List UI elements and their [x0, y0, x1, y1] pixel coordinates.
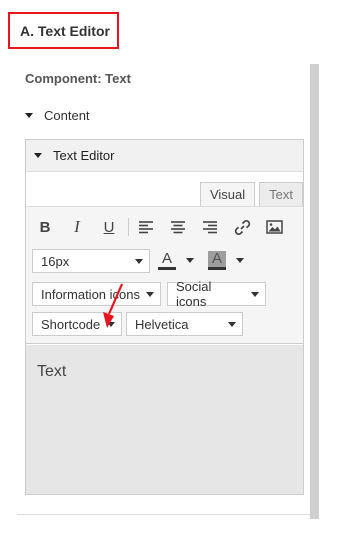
- chevron-down-icon: [135, 258, 143, 264]
- image-button[interactable]: [261, 215, 287, 239]
- bold-icon: B: [39, 218, 51, 236]
- link-icon: [234, 219, 250, 235]
- social-icons-select[interactable]: Social icons: [167, 279, 266, 309]
- tab-visual[interactable]: Visual: [199, 182, 256, 206]
- italic-icon: I: [74, 217, 80, 236]
- chevron-down-icon: [251, 291, 259, 297]
- social-icons-label: Social icons: [176, 279, 212, 309]
- align-left-icon: [139, 221, 153, 234]
- editor-tabs: Visual Text: [196, 182, 303, 206]
- tab-visual-label: Visual: [209, 187, 246, 202]
- editor-toolbar: B I U 16px A A Information icons Social …: [26, 206, 303, 344]
- text-color-button[interactable]: A: [158, 251, 194, 270]
- chevron-down-icon: [228, 321, 236, 327]
- align-right-button[interactable]: [197, 215, 223, 239]
- content-group-label: Content: [44, 108, 90, 123]
- editor-content-text: Text: [37, 363, 67, 380]
- text-color-icon: A: [158, 251, 176, 270]
- panel-divider: [17, 514, 310, 515]
- bold-button[interactable]: B: [32, 215, 58, 239]
- component-title: Component: Text: [25, 71, 131, 86]
- chevron-down-icon: [186, 258, 194, 263]
- information-icons-select[interactable]: Information icons: [32, 282, 161, 306]
- font-size-select[interactable]: 16px: [32, 249, 150, 273]
- align-right-icon: [203, 221, 217, 234]
- scrollbar[interactable]: [310, 64, 319, 519]
- content-group-toggle[interactable]: Content: [25, 108, 90, 123]
- section-heading: A. Text Editor: [8, 12, 119, 49]
- align-center-icon: [171, 221, 185, 234]
- tab-text-label: Text: [269, 187, 293, 202]
- italic-button[interactable]: I: [64, 215, 90, 239]
- link-button[interactable]: [229, 215, 255, 239]
- align-center-button[interactable]: [165, 215, 191, 239]
- chevron-down-icon: [146, 291, 154, 297]
- editor-content-area[interactable]: Text: [26, 345, 303, 494]
- section-heading-label: A. Text Editor: [20, 22, 110, 39]
- toolbar-separator: [128, 218, 129, 236]
- background-color-button[interactable]: A: [208, 251, 244, 270]
- font-family-value: Helvetica: [135, 316, 189, 332]
- annotation-arrow-icon: [103, 283, 124, 328]
- image-icon: [265, 220, 283, 234]
- font-size-value: 16px: [41, 253, 70, 269]
- text-editor-box: Text Editor Visual Text B I U 16px A A I…: [25, 139, 304, 495]
- text-editor-label: Text Editor: [53, 148, 115, 163]
- underline-button[interactable]: U: [96, 215, 122, 239]
- background-color-icon: A: [208, 251, 226, 270]
- align-left-button[interactable]: [133, 215, 159, 239]
- font-family-select[interactable]: Helvetica: [126, 312, 243, 336]
- shortcode-label: Shortcode: [41, 316, 101, 332]
- caret-down-icon: [25, 113, 33, 118]
- tab-text[interactable]: Text: [259, 182, 303, 206]
- format-button-row: B I U: [32, 215, 293, 239]
- underline-icon: U: [103, 218, 115, 236]
- chevron-down-icon: [236, 258, 244, 263]
- text-editor-header[interactable]: Text Editor: [26, 140, 303, 172]
- caret-down-icon: [34, 153, 42, 158]
